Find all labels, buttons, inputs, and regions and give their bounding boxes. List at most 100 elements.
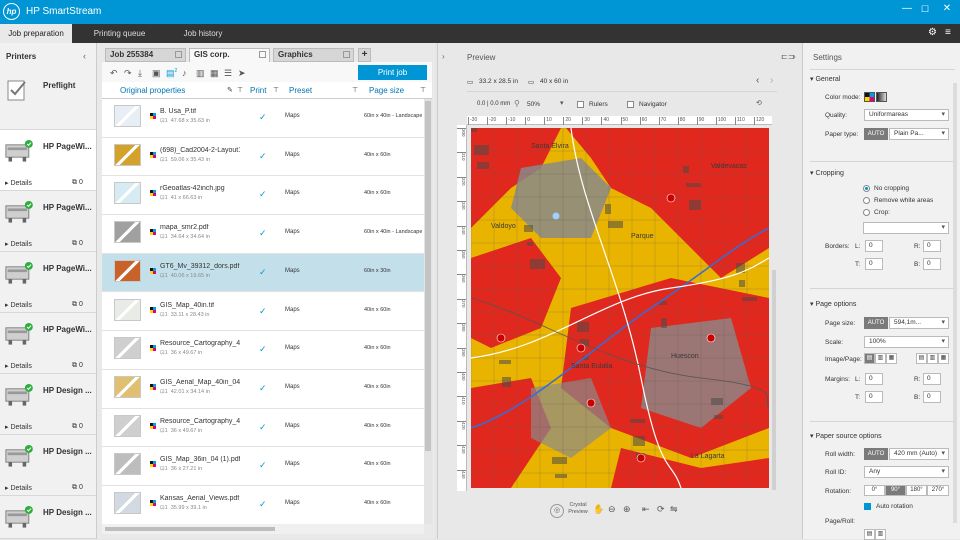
tab-close-icon[interactable] bbox=[259, 51, 266, 58]
auto-rotation-checkbox[interactable] bbox=[864, 503, 871, 510]
scale-select[interactable]: 100% bbox=[864, 336, 949, 348]
tab-close-icon[interactable] bbox=[343, 51, 350, 58]
color-mode-color-icon[interactable] bbox=[864, 92, 875, 102]
printer-card[interactable]: HP Design ... ▸ Details ⧉ 0 bbox=[0, 374, 96, 435]
col-preset[interactable]: Preset bbox=[289, 86, 312, 95]
paper-type-select[interactable]: Plain Pa... bbox=[889, 128, 949, 140]
map-preview-image[interactable]: Santa Elvira Valdoyo Parque Santa Eulalia Hu… bbox=[471, 128, 769, 488]
paper-type-auto-button[interactable]: AUTO bbox=[864, 128, 888, 140]
printer-card[interactable]: HP PageWi... ▸ Details ⧉ 0 bbox=[0, 313, 96, 374]
roll-width-auto-button[interactable]: AUTO bbox=[864, 448, 888, 460]
table-row[interactable]: (698)_Cad2004-2-Layout1.pdf ⊡1 59.06 x 35… bbox=[102, 137, 424, 177]
table-row[interactable]: Resource_Cartography_4... ⊡1 36 x 49.67 i… bbox=[102, 331, 424, 370]
border-t-input[interactable]: 0 bbox=[865, 258, 883, 270]
printer-card[interactable]: HP Design ... ▸ Details ⧉ 0 bbox=[0, 435, 96, 496]
table-row[interactable]: GIS_Aerial_Map_40in_04... ⊡1 42.01 x 34.1… bbox=[102, 369, 424, 409]
preset-value[interactable]: Maps bbox=[285, 307, 300, 313]
job-tab[interactable]: Graphics bbox=[273, 48, 354, 62]
color-mode-gray-icon[interactable] bbox=[876, 92, 887, 102]
preset-value[interactable]: Maps bbox=[285, 152, 300, 158]
col-page-size[interactable]: Page size bbox=[369, 86, 404, 95]
page-roll-nest-icon[interactable]: ▥ bbox=[875, 529, 886, 540]
preset-value[interactable]: Maps bbox=[285, 423, 300, 429]
align-center-icon[interactable]: ▥ bbox=[875, 353, 886, 364]
zoom-out-icon[interactable]: ⊖ bbox=[608, 504, 616, 515]
page-size-value[interactable]: 40in x 60in bbox=[364, 461, 422, 467]
tab-printing-queue[interactable]: Printing queue bbox=[82, 24, 157, 43]
expand-left-icon[interactable]: › bbox=[442, 52, 445, 61]
page-size-value[interactable]: 60in x 40in - Landscape bbox=[364, 229, 422, 235]
filter-icon[interactable]: ⊤ bbox=[237, 86, 243, 94]
roll-id-select[interactable]: Any bbox=[864, 466, 949, 478]
fit-icon[interactable]: ⇤ bbox=[642, 504, 650, 515]
col-original-properties[interactable]: Original properties bbox=[120, 86, 185, 95]
next-page-icon[interactable]: › bbox=[770, 75, 773, 86]
print-checkmark-icon[interactable]: ✓ bbox=[259, 344, 267, 355]
page-size-value[interactable]: 40in x 60in bbox=[364, 190, 422, 196]
printer-details-link[interactable]: ▸ Details bbox=[5, 301, 32, 309]
job-tab-active[interactable]: GIS corp. bbox=[189, 48, 270, 63]
import-icon[interactable]: ⤓ bbox=[138, 68, 142, 79]
list-view-icon[interactable]: ☰ bbox=[224, 68, 232, 79]
preflight-card[interactable]: Preflight bbox=[0, 69, 96, 130]
mirror-icon[interactable]: ⇋ bbox=[670, 504, 678, 515]
page-size-value[interactable]: 40in x 60in bbox=[364, 307, 422, 313]
preset-value[interactable]: Maps bbox=[285, 500, 300, 506]
page-roll-single-icon[interactable]: ▤ bbox=[864, 529, 875, 540]
print-checkmark-icon[interactable]: ✓ bbox=[259, 383, 267, 394]
printer-card[interactable]: HP PageWi... ▸ Details ⧉ 0 bbox=[0, 191, 96, 252]
gear-icon[interactable]: ⚙ bbox=[928, 27, 937, 38]
page-size-value[interactable]: 40in x 60in bbox=[364, 500, 422, 506]
page-size-value[interactable]: 60in x 30in bbox=[364, 268, 422, 274]
job-tab[interactable]: Job 255384 bbox=[105, 48, 186, 62]
roll-width-select[interactable]: 420 mm (Auto) bbox=[889, 448, 949, 460]
preset-value[interactable]: Maps bbox=[285, 113, 300, 119]
page-size-value[interactable]: 40in x 60in bbox=[364, 423, 422, 429]
page-size-value[interactable]: 40in x 60in bbox=[364, 384, 422, 390]
preset-value[interactable]: Maps bbox=[285, 461, 300, 467]
print-checkmark-icon[interactable]: ✓ bbox=[259, 422, 267, 433]
crop-radio[interactable] bbox=[863, 209, 870, 216]
align-right-icon[interactable]: ▦ bbox=[886, 353, 897, 364]
table-row[interactable]: GIS_Map_36in_04 (1).pdf ⊡1 36 x 27.21 in ✓… bbox=[102, 447, 424, 486]
rotation-90-button[interactable]: 90° bbox=[885, 485, 906, 496]
printer-details-link[interactable]: ▸ Details bbox=[5, 362, 32, 370]
margin-b-input[interactable]: 0 bbox=[923, 391, 941, 403]
prev-page-icon[interactable]: ‹ bbox=[756, 75, 759, 86]
print-checkmark-icon[interactable]: ✓ bbox=[259, 189, 267, 200]
quality-select[interactable]: Uniformareas bbox=[864, 109, 949, 121]
rotate-left-icon[interactable]: ⟲ bbox=[756, 99, 762, 107]
crystal-preview-icon[interactable]: ◎ bbox=[550, 504, 564, 518]
table-row[interactable]: rGeoatlas-42inch.jpg ⊡1 41 x 66.63 in ✓ Map… bbox=[102, 176, 424, 216]
print-checkmark-icon[interactable]: ✓ bbox=[259, 267, 267, 278]
valign-middle-icon[interactable]: ▥ bbox=[927, 353, 938, 364]
add-tab-button[interactable]: + bbox=[358, 48, 371, 62]
filter-icon[interactable]: ⊤ bbox=[273, 86, 279, 94]
rotation-180-button[interactable]: 180° bbox=[906, 485, 927, 496]
printer-card[interactable]: HP PageWi... ▸ Details ⧉ 0 bbox=[0, 252, 96, 313]
jobs-scroll-thumb[interactable] bbox=[425, 101, 431, 451]
navigator-checkbox[interactable] bbox=[627, 101, 634, 108]
margin-l-input[interactable]: 0 bbox=[865, 373, 883, 385]
hand-tool-icon[interactable]: ✋ bbox=[593, 504, 604, 515]
page-size-value[interactable]: 60in x 40in - Landscape bbox=[364, 113, 422, 119]
tab-job-preparation[interactable]: Job preparation bbox=[0, 24, 72, 43]
valign-bottom-icon[interactable]: ▦ bbox=[938, 353, 949, 364]
print-checkmark-icon[interactable]: ✓ bbox=[259, 460, 267, 471]
page-size-select[interactable]: 594,1m... bbox=[889, 317, 949, 329]
align-left-icon[interactable]: ▤ bbox=[864, 353, 875, 364]
filter-icon[interactable]: ⊤ bbox=[420, 86, 426, 94]
tab-job-history[interactable]: Job history bbox=[172, 24, 234, 43]
print-checkmark-icon[interactable]: ✓ bbox=[259, 151, 267, 162]
remove-white-radio[interactable] bbox=[863, 197, 870, 204]
maximize-icon[interactable]: ☐ bbox=[918, 2, 932, 16]
table-row[interactable]: mapa_smr2.pdf ⊡1 34.64 x 34.64 in ✓ Maps 60i… bbox=[102, 215, 424, 254]
crop-select[interactable] bbox=[863, 222, 949, 234]
preset-value[interactable]: Maps bbox=[285, 345, 300, 351]
filter-icon[interactable]: ⊤ bbox=[352, 86, 358, 94]
save-icon[interactable]: ▣ bbox=[152, 68, 161, 79]
expand-right-icon[interactable]: › bbox=[793, 52, 796, 61]
printer-details-link[interactable]: ▸ Details bbox=[5, 484, 32, 492]
undo-icon[interactable]: ↶ bbox=[110, 68, 118, 79]
printer-details-link[interactable]: ▸ Details bbox=[5, 423, 32, 431]
